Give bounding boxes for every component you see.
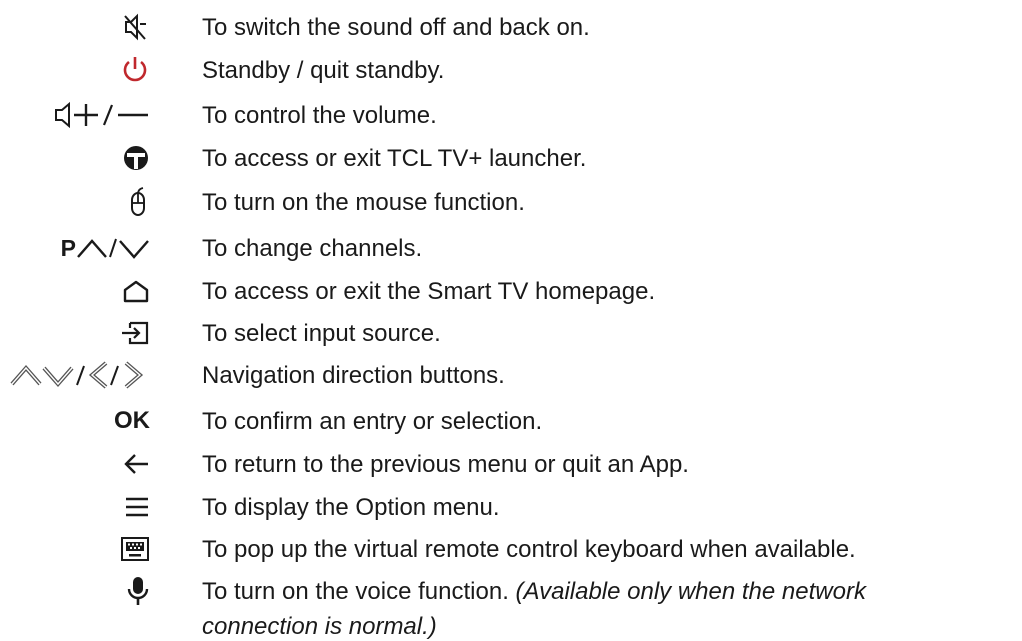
list-item: To access or exit the Smart TV homepage.	[0, 271, 1022, 311]
channel-up-down-icon: P	[61, 228, 150, 268]
description: Standby / quit standby.	[202, 57, 445, 84]
input-source-icon	[120, 313, 150, 353]
description: Navigation direction buttons.	[202, 362, 505, 389]
description: To confirm an entry or selection.	[202, 408, 543, 435]
description: To select input source.	[202, 320, 441, 347]
list-item: To turn on the voice function. (Availabl…	[0, 571, 1022, 640]
list-item: To switch the sound off and back on.	[0, 7, 1022, 47]
list-item: P To change channels.	[0, 228, 1022, 268]
description: To change channels.	[202, 235, 423, 262]
ok-icon: OK	[114, 407, 150, 434]
menu-icon	[124, 487, 150, 527]
home-icon	[122, 271, 150, 311]
description: To turn on the mouse function.	[202, 189, 525, 216]
description: To switch the sound off and back on.	[202, 14, 590, 41]
list-item: Navigation direction buttons.	[0, 355, 1022, 395]
note: (Available only when the network	[515, 578, 866, 605]
description: To display the Option menu.	[202, 494, 500, 521]
list-item: Standby / quit standby.	[0, 50, 1022, 90]
tcl-launcher-icon	[122, 138, 150, 178]
list-item: OK To confirm an entry or selection.	[0, 401, 1022, 441]
description: To access or exit TCL TV+ launcher.	[202, 145, 587, 172]
keyboard-icon	[120, 529, 150, 569]
mute-icon	[120, 7, 150, 47]
description: To pop up the virtual remote control key…	[202, 536, 856, 563]
navigation-arrows-icon	[10, 355, 150, 395]
microphone-icon	[126, 571, 150, 611]
list-item: To select input source.	[0, 313, 1022, 353]
list-item: To access or exit TCL TV+ launcher.	[0, 138, 1022, 178]
mouse-icon	[126, 182, 150, 222]
description: To turn on the voice function. (Availabl…	[202, 578, 866, 605]
description: To access or exit the Smart TV homepage.	[202, 278, 656, 305]
list-item: To display the Option menu.	[0, 487, 1022, 527]
list-item: To control the volume.	[0, 95, 1022, 135]
note-continued: connection is normal.)	[202, 613, 437, 640]
list-item: To pop up the virtual remote control key…	[0, 529, 1022, 569]
power-icon	[120, 50, 150, 90]
description: To control the volume.	[202, 102, 437, 129]
description: To return to the previous menu or quit a…	[202, 451, 689, 478]
back-arrow-icon	[122, 444, 150, 484]
list-item: To return to the previous menu or quit a…	[0, 444, 1022, 484]
volume-plus-minus-icon	[54, 95, 150, 135]
list-item: To turn on the mouse function.	[0, 182, 1022, 222]
